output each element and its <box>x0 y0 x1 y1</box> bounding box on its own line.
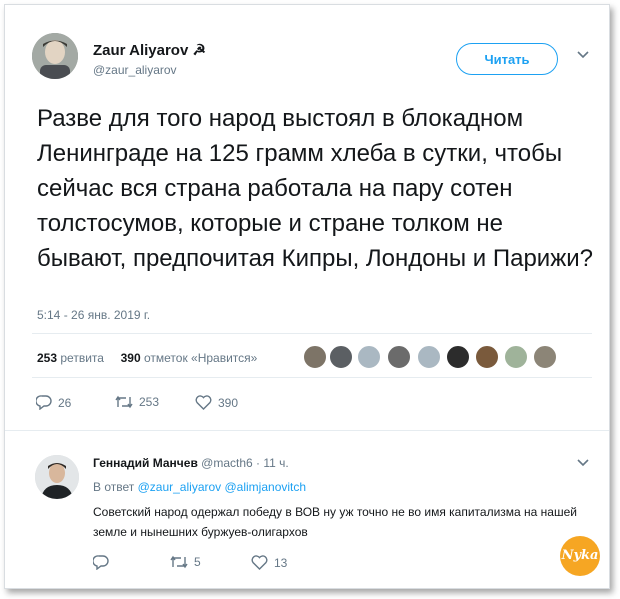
divider <box>32 333 592 334</box>
reply-count: 26 <box>58 395 72 410</box>
in-reply-to: В ответ @zaur_aliyarov @alimjanovitch <box>93 480 306 494</box>
heart-icon <box>195 395 212 410</box>
reply-retweet-action[interactable]: 5 <box>170 555 201 569</box>
liker-avatar[interactable] <box>446 345 470 369</box>
tweet-card: Zaur Aliyarov ☭ @zaur_aliyarov Читать Ра… <box>4 4 610 589</box>
liker-avatar[interactable] <box>533 345 557 369</box>
liker-avatar[interactable] <box>357 345 381 369</box>
reply-author[interactable]: Геннадий Манчев @macth6 · 11 ч. <box>93 456 289 470</box>
retweet-action[interactable]: 253 <box>115 395 159 409</box>
reply-action[interactable]: 26 <box>36 395 71 410</box>
reply-icon <box>93 555 109 570</box>
like-count: 390 <box>218 395 239 410</box>
tweet-text: Разве для того народ выстоял в блокадном… <box>37 105 594 272</box>
like-action[interactable]: 390 <box>195 395 238 410</box>
retweet-icon <box>170 555 188 569</box>
reply-text: Советский народ одержал победу в ВОВ ну … <box>93 505 577 539</box>
likes-number: 390 <box>120 351 141 365</box>
divider <box>32 377 592 378</box>
likes-label: отметок «Нравится» <box>143 351 258 365</box>
liker-avatar[interactable] <box>475 345 499 369</box>
author-avatar[interactable] <box>32 33 78 79</box>
liker-avatar[interactable] <box>329 345 353 369</box>
reply-author-avatar[interactable] <box>35 455 79 499</box>
retweet-icon <box>115 395 133 409</box>
tweet-timestamp[interactable]: 5:14 - 26 янв. 2019 г. <box>37 308 150 322</box>
reply-icon <box>36 395 52 410</box>
retweets-label: ретвита <box>60 351 104 365</box>
follow-button[interactable]: Читать <box>456 43 558 75</box>
reply-retweet-count: 5 <box>194 555 201 569</box>
reply-like-count: 13 <box>274 555 288 570</box>
liker-avatar[interactable] <box>387 345 411 369</box>
retweet-count: 253 <box>139 395 160 409</box>
retweets-number: 253 <box>37 351 58 365</box>
heart-icon <box>251 555 268 570</box>
chevron-down-icon[interactable] <box>577 51 589 59</box>
reply-author-name[interactable]: Геннадий Манчев <box>93 456 198 470</box>
reply-meta: @macth6 · 11 ч. <box>201 456 289 470</box>
chevron-down-icon[interactable] <box>577 459 589 467</box>
retweets-count[interactable]: 253 ретвита <box>37 351 104 365</box>
in-reply-prefix: В ответ <box>93 480 135 494</box>
reply-reply-action[interactable] <box>93 555 115 570</box>
liker-avatar[interactable] <box>417 345 441 369</box>
likes-count[interactable]: 390 отметок «Нравится» <box>121 351 258 365</box>
author-handle[interactable]: @zaur_aliyarov <box>93 63 177 77</box>
tweet-stats: 253 ретвита 390 отметок «Нравится» <box>37 351 257 365</box>
watermark-logo: Nyka <box>560 536 600 576</box>
in-reply-users[interactable]: @zaur_aliyarov @alimjanovitch <box>138 480 306 494</box>
divider <box>5 430 609 431</box>
reply-like-action[interactable]: 13 <box>251 555 287 570</box>
author-name[interactable]: Zaur Aliyarov ☭ <box>93 41 206 59</box>
liker-avatar[interactable] <box>303 345 327 369</box>
liker-avatar[interactable] <box>504 345 528 369</box>
